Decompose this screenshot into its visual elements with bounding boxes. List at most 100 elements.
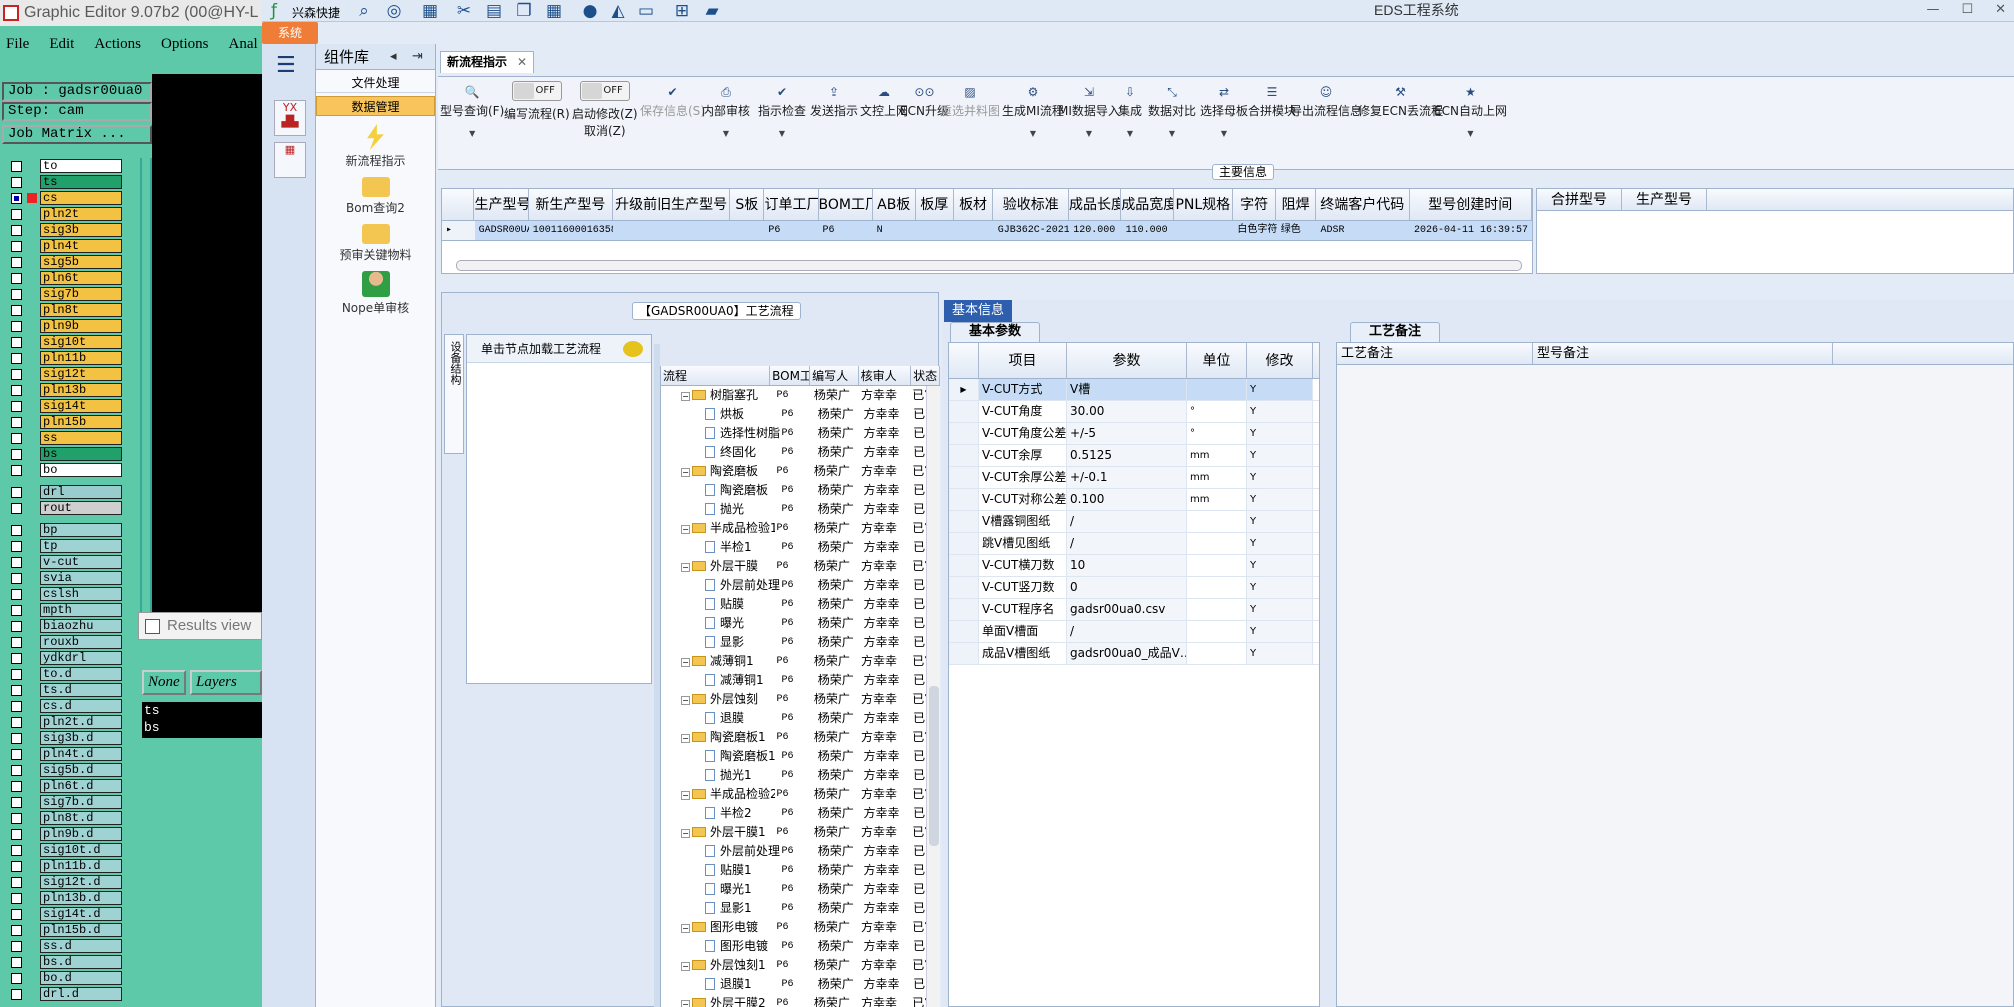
section-data-management[interactable]: 数据管理 bbox=[316, 96, 435, 116]
tree-node[interactable]: − 半成品检验2 bbox=[661, 785, 775, 804]
layer-name[interactable]: sig5b.d bbox=[40, 763, 122, 777]
tree-row[interactable]: 外层前处理P6杨荣广方幸幸已审核 bbox=[661, 576, 940, 595]
table-cell[interactable]: GJB362C-2021 bbox=[994, 221, 1070, 240]
table-cell[interactable]: Y bbox=[1247, 489, 1313, 510]
layer-row[interactable]: pln15b bbox=[2, 414, 142, 430]
layer-checkbox[interactable] bbox=[11, 368, 22, 380]
layer-name[interactable]: rout bbox=[40, 501, 122, 515]
collapse-toggle-icon[interactable]: − bbox=[681, 392, 690, 401]
table-cell[interactable]: N bbox=[873, 221, 916, 240]
menu-item[interactable]: Options bbox=[161, 36, 209, 66]
layer-row[interactable]: sig12t.d bbox=[2, 874, 142, 890]
table-row[interactable]: ▶ V-CUT方式 V槽 Y bbox=[949, 379, 1319, 401]
tree-row[interactable]: −陶瓷磨板P6杨荣广方幸幸已审核 bbox=[661, 462, 940, 481]
table-cell[interactable] bbox=[1187, 511, 1247, 532]
layer-name[interactable]: pln13b bbox=[40, 383, 122, 397]
layer-name[interactable]: ts.d bbox=[40, 683, 122, 697]
layer-name[interactable]: v-cut bbox=[40, 555, 122, 569]
tree-node[interactable]: 显影1 bbox=[661, 899, 780, 918]
tree-row[interactable]: 终固化P6杨荣广方幸幸已审核 bbox=[661, 443, 940, 462]
layer-row[interactable]: rouxb bbox=[2, 634, 142, 650]
layer-name[interactable]: biaozhu bbox=[40, 619, 122, 633]
table-cell[interactable]: 10011600016358 bbox=[529, 221, 614, 240]
table-cell[interactable]: 10 bbox=[1067, 555, 1187, 576]
layer-name[interactable]: sig10t bbox=[40, 335, 122, 349]
layer-name[interactable]: pln13b.d bbox=[40, 891, 122, 905]
layer-checkbox[interactable] bbox=[11, 940, 22, 952]
layer-checkbox[interactable] bbox=[11, 908, 22, 920]
collapse-toggle-icon[interactable]: − bbox=[681, 962, 690, 971]
layer-checkbox[interactable] bbox=[11, 336, 22, 348]
layer-name[interactable]: pln4t bbox=[40, 239, 122, 253]
column-header[interactable]: 项目 bbox=[979, 343, 1067, 378]
layer-checkbox[interactable] bbox=[11, 604, 22, 616]
column-header[interactable]: 参数 bbox=[1067, 343, 1187, 378]
layer-row[interactable]: sig10t.d bbox=[2, 842, 142, 858]
layer-checkbox[interactable] bbox=[11, 320, 22, 332]
layer-row[interactable]: pln2t bbox=[2, 206, 142, 222]
layer-row[interactable]: ts bbox=[2, 174, 142, 190]
table-row[interactable]: V-CUT横刀数 10 Y bbox=[949, 555, 1319, 577]
item-bom-query[interactable]: Bom查询2 bbox=[316, 177, 435, 216]
table-cell[interactable]: +/-5 bbox=[1067, 423, 1187, 444]
chevron-down-icon[interactable]: ▼ bbox=[440, 129, 504, 138]
collapse-toggle-icon[interactable]: − bbox=[681, 525, 690, 534]
close-icon[interactable]: ✕ bbox=[1995, 2, 2006, 17]
table-cell[interactable]: gadsr00ua0_成品V… bbox=[1067, 643, 1187, 664]
layer-row[interactable]: drl bbox=[2, 484, 142, 500]
toolbar-button[interactable]: 🔍 型号查询(F) ▼ bbox=[440, 85, 504, 138]
layer-name[interactable]: to.d bbox=[40, 667, 122, 681]
table-cell[interactable]: P6 bbox=[818, 221, 872, 240]
item-new-process[interactable]: 新流程指示 bbox=[316, 124, 435, 169]
tree-node[interactable]: − 外层蚀刻 bbox=[661, 690, 775, 709]
tree-row[interactable]: −图形电镀P6杨荣广方幸幸已审核 bbox=[661, 918, 940, 937]
tree-node[interactable]: 贴膜 bbox=[661, 595, 780, 614]
toolbar-button[interactable]: ⇩ 集成 ▼ bbox=[1118, 85, 1142, 138]
layer-row[interactable]: ss bbox=[2, 430, 142, 446]
layer-row[interactable]: pln13b.d bbox=[2, 890, 142, 906]
chevron-down-icon[interactable]: ▼ bbox=[1058, 129, 1120, 138]
maximize-icon[interactable]: ☐ bbox=[1961, 2, 1973, 17]
load-process-box[interactable]: 单击节点加载工艺流程 bbox=[466, 334, 652, 684]
table-cell[interactable]: V-CUT程序名 bbox=[979, 599, 1067, 620]
layer-name[interactable]: pln6t.d bbox=[40, 779, 122, 793]
book-icon[interactable]: ▰ bbox=[702, 2, 722, 20]
layer-checkbox[interactable] bbox=[11, 860, 22, 872]
layer-name[interactable]: sig7b.d bbox=[40, 795, 122, 809]
layer-checkbox[interactable] bbox=[11, 876, 22, 888]
minimize-icon[interactable]: — bbox=[1926, 2, 1939, 17]
layer-name[interactable]: sig3b bbox=[40, 223, 122, 237]
table-row[interactable]: V-CUT对称公差 0.100 mm Y bbox=[949, 489, 1319, 511]
layer-name[interactable]: bs.d bbox=[40, 955, 122, 969]
layer-name[interactable]: sig5b bbox=[40, 255, 122, 269]
layer-row[interactable]: ydkdrl bbox=[2, 650, 142, 666]
chevron-down-icon[interactable]: ▼ bbox=[1002, 129, 1064, 138]
toolbar-button[interactable]: ★ ECN自动上网 ▼ bbox=[1434, 85, 1507, 138]
layer-checkbox[interactable] bbox=[11, 956, 22, 968]
column-header[interactable]: 单位 bbox=[1187, 343, 1247, 378]
layer-row[interactable]: sig12t bbox=[2, 366, 142, 382]
layer-checkbox[interactable] bbox=[11, 684, 22, 696]
collapse-toggle-icon[interactable]: − bbox=[681, 829, 690, 838]
table-cell[interactable]: mm bbox=[1187, 467, 1247, 488]
layer-name[interactable]: drl.d bbox=[40, 987, 122, 1001]
layer-name[interactable]: drl bbox=[40, 485, 122, 499]
toggle-switch[interactable]: OFF bbox=[579, 81, 630, 101]
layer-name[interactable]: sig7b bbox=[40, 287, 122, 301]
toolbar-sublabel[interactable]: 取消(Z) bbox=[572, 122, 638, 139]
table-cell[interactable]: V-CUT余厚公差 bbox=[979, 467, 1067, 488]
table-cell[interactable] bbox=[1187, 577, 1247, 598]
layer-row[interactable]: ts.d bbox=[2, 682, 142, 698]
layer-row[interactable]: sig5b bbox=[2, 254, 142, 270]
layer-checkbox[interactable] bbox=[11, 432, 22, 444]
layer-row[interactable]: sig14t.d bbox=[2, 906, 142, 922]
table-cell[interactable]: 0.100 bbox=[1067, 489, 1187, 510]
layer-checkbox[interactable] bbox=[11, 160, 22, 172]
table-cell[interactable]: Y bbox=[1247, 621, 1313, 642]
table-cell[interactable]: V-CUT横刀数 bbox=[979, 555, 1067, 576]
tree-node[interactable]: 抛光1 bbox=[661, 766, 780, 785]
layer-row[interactable]: pln11b.d bbox=[2, 858, 142, 874]
layer-row[interactable]: bs bbox=[2, 446, 142, 462]
chart-icon[interactable]: ◭ bbox=[608, 2, 628, 20]
layer-row[interactable]: bs.d bbox=[2, 954, 142, 970]
